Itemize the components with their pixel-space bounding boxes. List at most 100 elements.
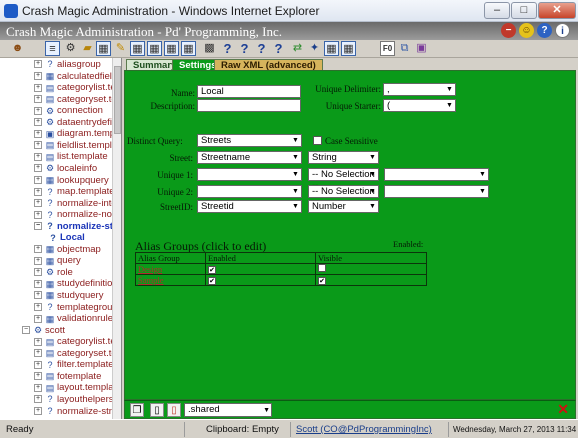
tree-item[interactable]: + ▤ layout.template: [34, 382, 121, 394]
network-icon[interactable]: ⧉: [397, 41, 412, 56]
tree-item[interactable]: +? filter.template: [34, 359, 114, 371]
grid-d-icon[interactable]: ▦: [181, 41, 196, 56]
tree-item[interactable]: + ⚙ localeinfo: [34, 163, 97, 175]
tree-expander-icon[interactable]: +: [34, 360, 42, 369]
tree-item[interactable]: + ▦ studyquery: [34, 290, 103, 302]
tree-item[interactable]: +? map.template: [34, 186, 115, 198]
f0-icon[interactable]: F0: [380, 41, 395, 56]
tree-item[interactable]: + ▦ query: [34, 255, 81, 267]
tree-item[interactable]: + ▦ studydefinition: [34, 278, 118, 290]
tree-expander-icon[interactable]: +: [34, 129, 42, 138]
wand-icon[interactable]: ✦: [307, 41, 322, 56]
tree-expander-icon[interactable]: +: [34, 303, 42, 312]
tree-expander-icon[interactable]: +: [34, 349, 42, 358]
tree-item[interactable]: + ▦ lookupquery: [34, 175, 109, 187]
tree-item[interactable]: + ▦ validationrules: [34, 313, 118, 325]
tree-expander-icon[interactable]: +: [34, 164, 42, 173]
enabled-checkbox[interactable]: ✔: [208, 266, 216, 274]
tree-item[interactable]: +?normalize-interse: [34, 198, 121, 210]
tree-expander-icon[interactable]: +: [34, 106, 42, 115]
edit-icon[interactable]: ✎: [113, 41, 128, 56]
info-icon[interactable]: i: [555, 23, 570, 38]
street-field-select[interactable]: Streetname ▼: [197, 151, 302, 164]
tree-item[interactable]: + ▤ categorylist.temp: [34, 336, 121, 348]
unique1-extra-select[interactable]: ▼: [384, 168, 489, 181]
settings-icon[interactable]: ⚙: [63, 41, 78, 56]
tree-expander-icon[interactable]: +: [34, 95, 42, 104]
unique-starter-select[interactable]: (▼: [383, 99, 456, 112]
tree-scrollbar[interactable]: [112, 58, 121, 419]
query-a-icon[interactable]: ?: [220, 41, 235, 56]
unique2-field-select[interactable]: ▼: [197, 185, 302, 198]
tree-item[interactable]: + ▤ fotemplate: [34, 371, 101, 383]
unique1-type-select[interactable]: -- No Selection --▼: [308, 168, 379, 191]
close-window-button[interactable]: ✕: [538, 2, 576, 19]
tree-item[interactable]: +▤categoryset.temp: [34, 94, 121, 106]
tree-item[interactable]: +? templategroup: [34, 302, 118, 314]
streetid-type-select[interactable]: Number ▼: [308, 200, 379, 213]
tree-expander-icon[interactable]: +: [34, 118, 42, 127]
tree-item[interactable]: + ⚙ connection: [34, 105, 103, 117]
tree-expander-icon[interactable]: +: [34, 291, 42, 300]
grid-c-icon[interactable]: ▦: [164, 41, 179, 56]
tree-expander-icon[interactable]: +: [34, 187, 42, 196]
tree-expander-icon[interactable]: +: [34, 152, 42, 161]
tree-item[interactable]: + ⚙ role: [34, 267, 73, 279]
tree-expander-icon[interactable]: +: [34, 268, 42, 277]
tree-item-selected[interactable]: ? Local: [48, 232, 85, 244]
tree-expander-icon[interactable]: +: [34, 175, 42, 184]
folder-icon[interactable]: ▰: [80, 41, 95, 56]
new-document-icon[interactable]: ▯: [150, 403, 164, 417]
grid-b-icon[interactable]: ▦: [147, 41, 162, 56]
unique2-extra-select[interactable]: ▼: [384, 185, 489, 198]
description-input[interactable]: [197, 99, 301, 112]
tree-expander-icon[interactable]: +: [34, 60, 42, 69]
copy-icon[interactable]: ❐: [130, 403, 144, 417]
unique-delimiter-select[interactable]: , ▼: [383, 83, 456, 96]
tree-expander-icon[interactable]: +: [34, 383, 42, 392]
calculator-icon[interactable]: ▩: [202, 41, 217, 56]
tree-item[interactable]: +▣diagram.template: [34, 128, 121, 140]
visible-checkbox[interactable]: [318, 264, 326, 272]
tree-expander-icon[interactable]: +: [34, 141, 42, 150]
tree-expander-icon[interactable]: +: [34, 372, 42, 381]
tree-item[interactable]: + ▦ calculatedfields: [34, 71, 121, 83]
tree-item[interactable]: +? normalize-nodes: [34, 209, 121, 221]
smiley-icon[interactable]: ☺: [519, 23, 534, 38]
maximize-button[interactable]: □: [511, 2, 537, 19]
tree-expander-icon[interactable]: +: [34, 395, 42, 404]
distinct-query-select[interactable]: Streets ▼: [197, 134, 302, 147]
user-icon[interactable]: ☻: [10, 41, 25, 56]
tree-item[interactable]: −? normalize-stree: [34, 221, 121, 233]
grid-a-icon[interactable]: ▦: [130, 41, 145, 56]
minimize-button[interactable]: –: [484, 2, 510, 19]
alias-group-link[interactable]: Sample: [138, 275, 164, 285]
transfer-icon[interactable]: ⇄: [290, 41, 305, 56]
tree-expander-icon[interactable]: +: [34, 83, 42, 92]
case-sensitive-checkbox[interactable]: [313, 136, 322, 145]
tree-item[interactable]: +?normalize-streets: [34, 406, 121, 418]
street-type-select[interactable]: String ▼: [308, 151, 379, 164]
name-input[interactable]: Local: [197, 85, 301, 98]
tree-expander-icon[interactable]: +: [34, 279, 42, 288]
tree-item[interactable]: +? layouthelpers: [34, 394, 114, 406]
alias-group-link[interactable]: Design: [138, 264, 162, 274]
tree-item[interactable]: + ▤ fieldlist.template: [34, 140, 121, 152]
tree-expander-icon[interactable]: +: [34, 337, 42, 346]
tree-expander-icon[interactable]: +: [34, 314, 42, 323]
unique2-type-select[interactable]: -- No Selection --▼: [308, 185, 379, 208]
delete-document-icon[interactable]: ▯: [167, 403, 181, 417]
tree-expander-icon[interactable]: +: [34, 245, 42, 254]
tree-item[interactable]: + ▦ objectmap: [34, 244, 101, 256]
tree-expander-icon[interactable]: +: [34, 256, 42, 265]
window-icon[interactable]: ▣: [414, 41, 429, 56]
delete-icon[interactable]: ✕: [557, 401, 569, 418]
help-icon[interactable]: ?: [537, 23, 552, 38]
tree-item[interactable]: + ⚙ dataentrydefiniti: [34, 117, 121, 129]
tree-item[interactable]: − ⚙ scott: [22, 325, 65, 337]
tree-scroll-thumb[interactable]: [114, 66, 121, 134]
user-link[interactable]: Scott (CO@PdProgrammingInc): [296, 424, 432, 435]
stop-icon[interactable]: −: [501, 23, 516, 38]
tree-expander-icon[interactable]: −: [34, 222, 42, 231]
streetid-field-select[interactable]: Streetid ▼: [197, 200, 302, 213]
